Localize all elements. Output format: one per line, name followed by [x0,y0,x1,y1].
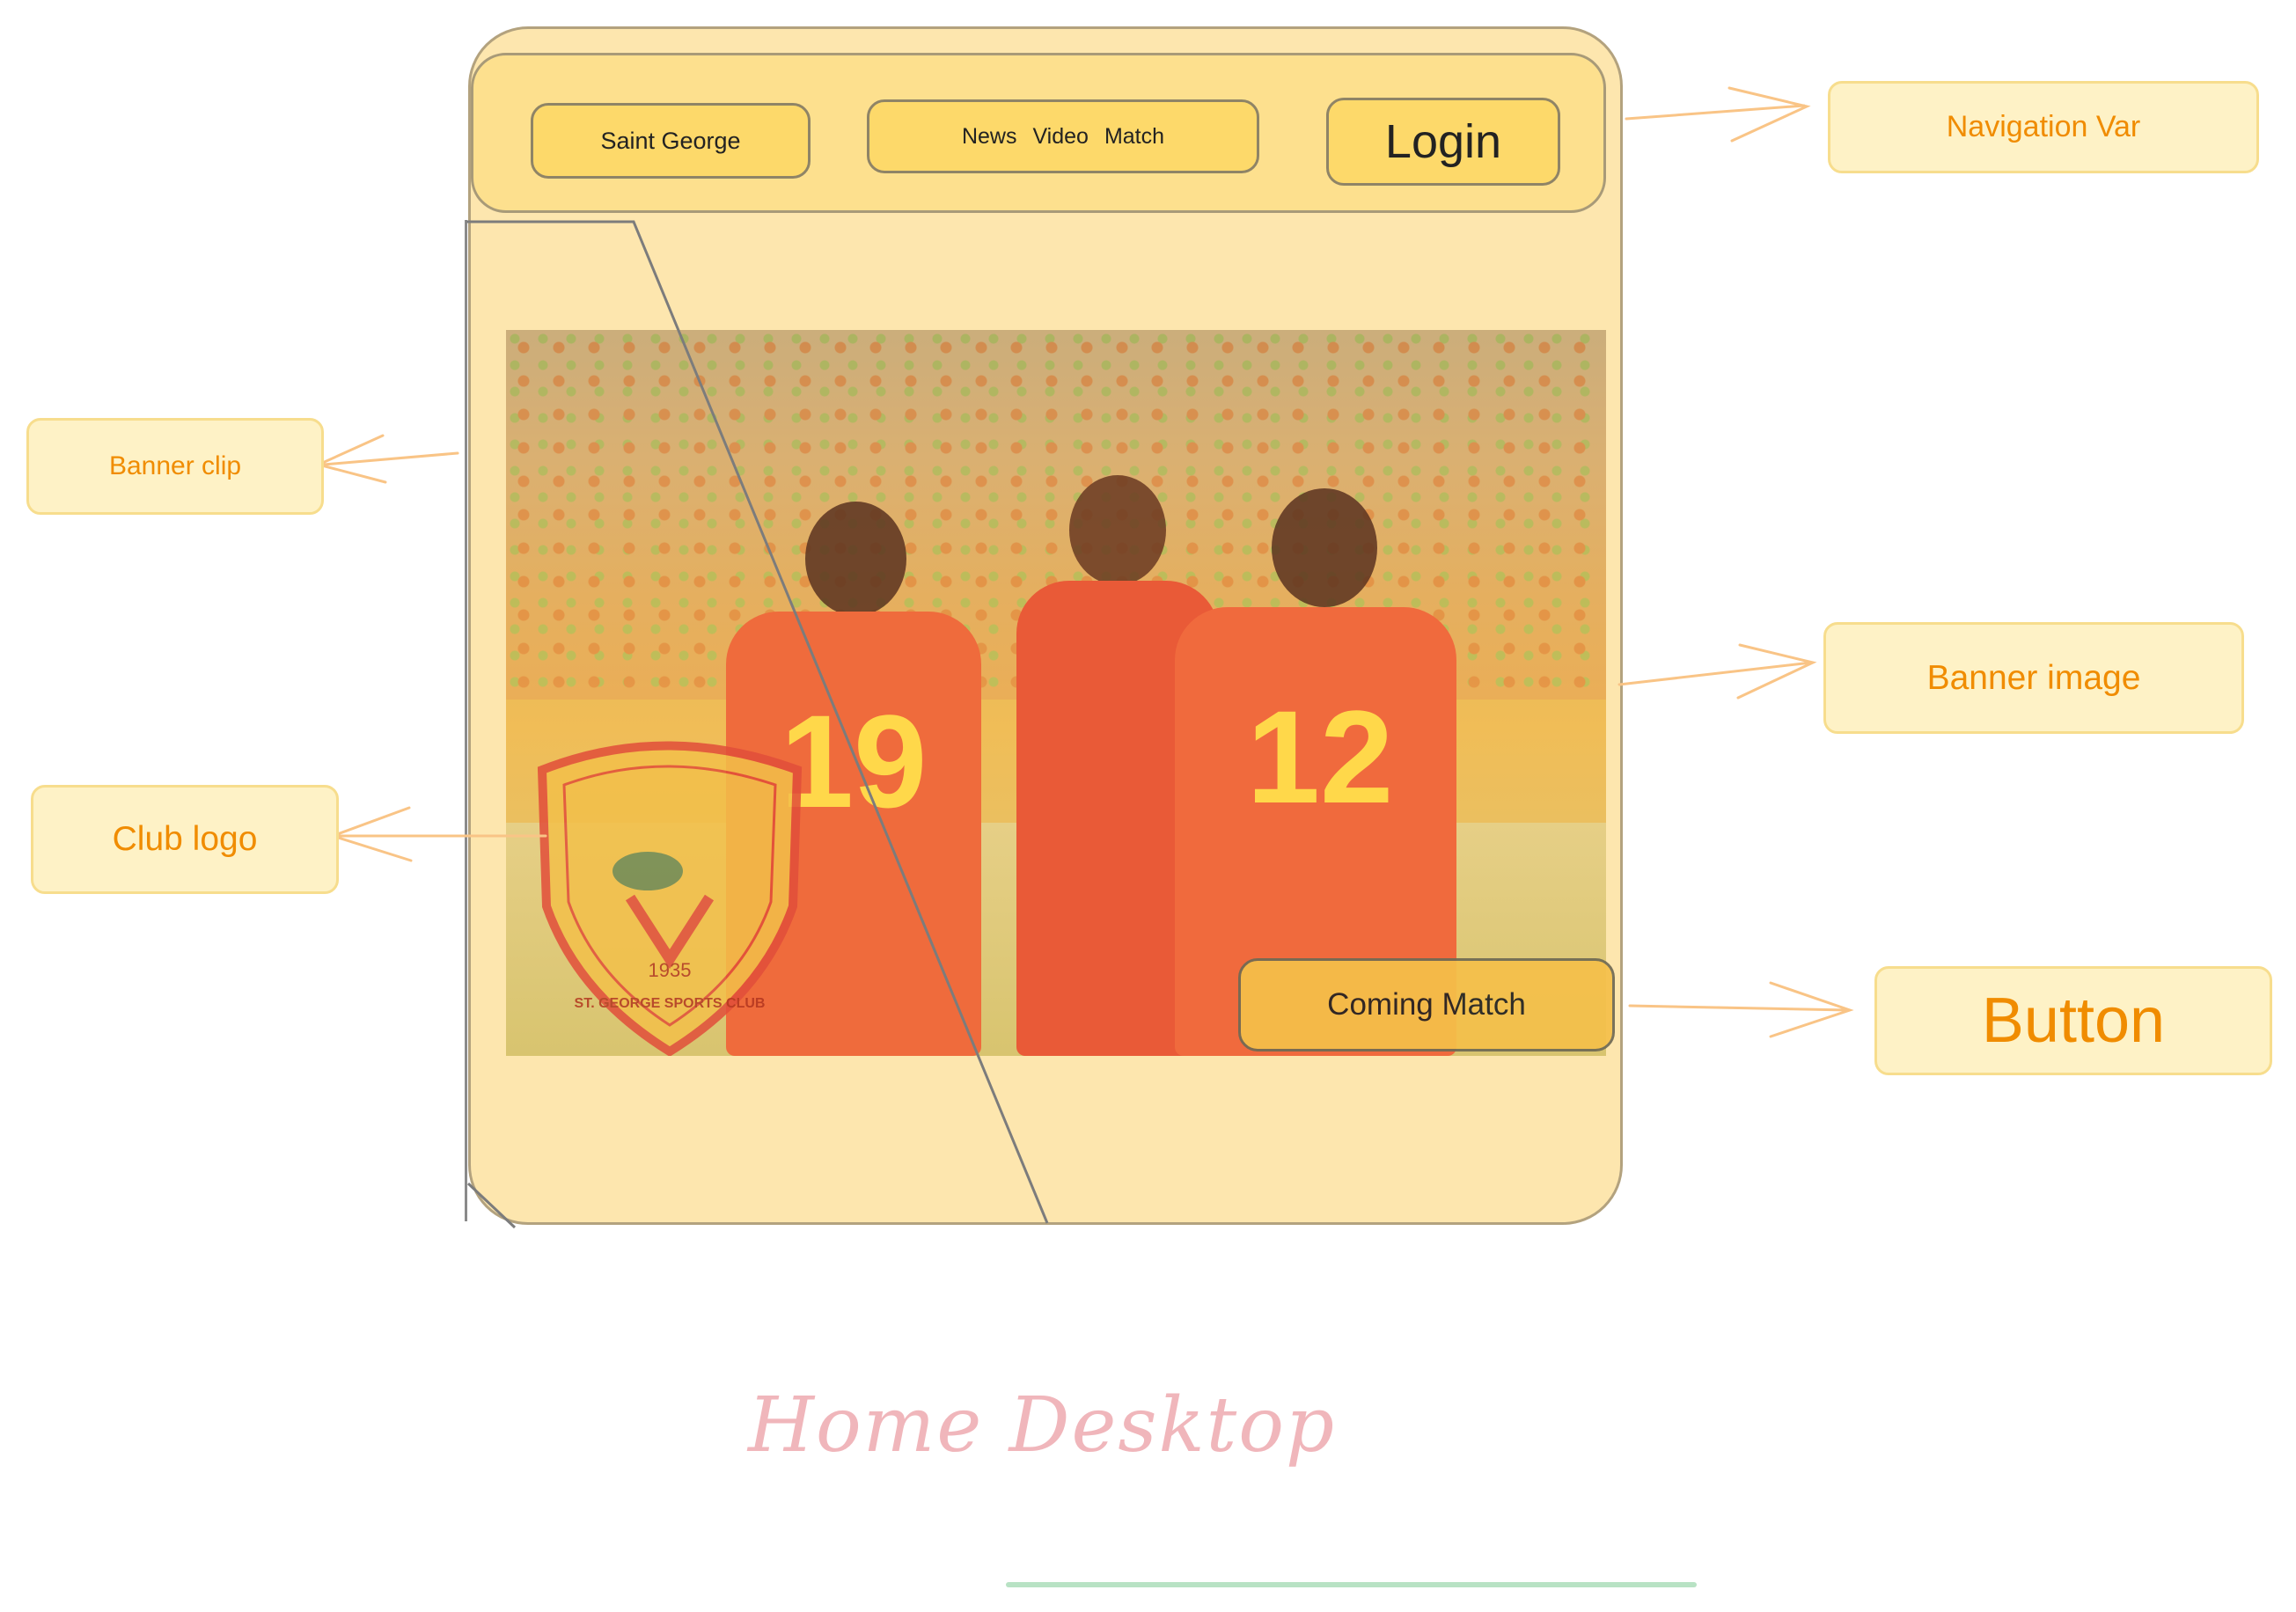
callout-navigation-text: Navigation Var [1946,110,2141,143]
arrow-nav [1625,86,1811,143]
page-title: Home Desktop [748,1381,1337,1469]
arrow-logo [328,806,547,862]
callout-navigation: Navigation Var [1828,81,2259,173]
title-underline [1006,1582,1697,1587]
callout-club-logo: Club logo [31,785,339,894]
arrow-clip [314,434,459,484]
callout-button-text: Button [1981,986,2166,1056]
arrow-button [1628,981,1854,1038]
callout-banner-clip: Banner clip [26,418,324,515]
callout-banner-image-text: Banner image [1926,658,2141,697]
callout-button: Button [1874,966,2272,1075]
annotation-arrows [314,86,1854,1229]
clip-corner-line [466,1182,517,1229]
arrow-banner-image [1617,643,1817,700]
callout-club-logo-text: Club logo [112,820,258,858]
callout-banner-image: Banner image [1823,622,2244,734]
clip-diagonal-line [466,220,1049,1224]
callout-banner-clip-text: Banner clip [108,451,242,480]
